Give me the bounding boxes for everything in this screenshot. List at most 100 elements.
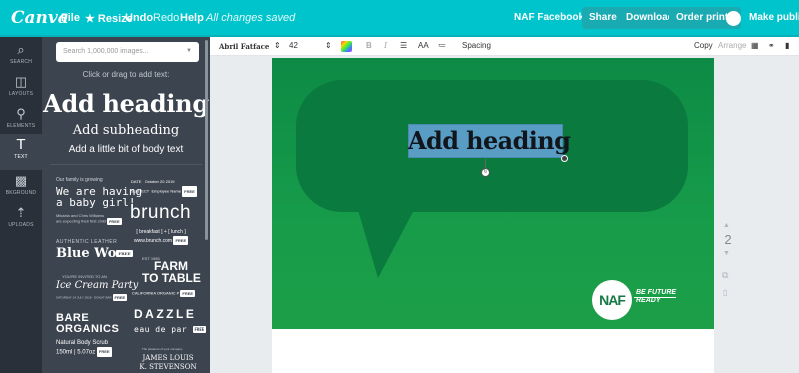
free-badge: FREE bbox=[173, 236, 189, 245]
template-baby[interactable]: Our family is growing bbox=[56, 177, 103, 183]
template-natural[interactable]: Natural Body Scrub 150ml | 5.07oz FREE bbox=[56, 339, 112, 357]
template-brunch-sub[interactable]: [ breakfast ] + [ lunch ] www.brunch.com… bbox=[134, 229, 189, 245]
speech-bubble-tail bbox=[358, 210, 414, 278]
next-page[interactable] bbox=[272, 329, 714, 373]
tagline-line-2: READY bbox=[636, 297, 661, 304]
free-badge: FREE bbox=[106, 218, 122, 225]
rail-label: ELEMENTS bbox=[6, 123, 36, 129]
free-badge: FREE bbox=[112, 294, 128, 301]
file-menu[interactable]: File bbox=[61, 12, 80, 24]
copy-button[interactable]: Copy bbox=[694, 41, 713, 50]
rail-label: SEARCH bbox=[9, 59, 33, 65]
rail-text[interactable]: T TEXT bbox=[0, 134, 42, 170]
add-subheading-option[interactable]: Add subheading bbox=[42, 123, 210, 138]
trash-icon[interactable]: ▮ bbox=[785, 41, 789, 50]
template-text: TO TABLE bbox=[142, 271, 201, 285]
template-invited[interactable]: YOU'RE INVITED TO AN bbox=[62, 274, 107, 279]
rotate-icon[interactable]: ↻ bbox=[481, 168, 490, 177]
save-status: All changes saved bbox=[206, 12, 296, 24]
template-text: Employee Name bbox=[151, 188, 182, 194]
template-bare-organics[interactable]: BARE ORGANICS bbox=[56, 313, 119, 335]
undo-button[interactable]: Undo bbox=[125, 12, 153, 24]
canvas-heading[interactable]: Add heading bbox=[408, 124, 571, 158]
template-james[interactable]: JAMES LOUIS K. STEVENSON bbox=[136, 354, 200, 372]
template-date[interactable]: DATE October 20 2019 SUBJECT Employee Na… bbox=[131, 177, 197, 197]
link-icon[interactable]: ⚭ bbox=[768, 41, 775, 50]
template-text: Natural Body Scrub bbox=[56, 340, 109, 346]
template-farm[interactable]: FARM TO TABLE bbox=[142, 260, 201, 285]
font-family-select[interactable]: Abril Fatface bbox=[219, 42, 269, 51]
rail-label: LAYOUTS bbox=[8, 91, 34, 97]
template-text: www.brunch.com bbox=[134, 237, 173, 244]
share-button[interactable]: Share bbox=[582, 7, 624, 29]
template-leather[interactable]: AUTHENTIC LEATHER bbox=[56, 239, 117, 245]
arrange-button[interactable]: Arrange bbox=[718, 41, 746, 50]
free-badge: FREE bbox=[182, 186, 197, 197]
free-badge: FREE bbox=[192, 326, 207, 333]
template-brunch[interactable]: brunch bbox=[130, 202, 191, 224]
elements-icon: ⚲ bbox=[16, 106, 26, 121]
rail-label: TEXT bbox=[14, 154, 28, 160]
template-saturday[interactable]: SATURDAY 14 JULY 2018 · DONUT BAR FREE bbox=[56, 294, 128, 301]
rail-uploads[interactable]: ⇡ UPLOADS bbox=[0, 202, 42, 238]
list-icon[interactable]: ≔ bbox=[438, 41, 446, 50]
top-bar: Canva File ★ Resize Undo Redo Help All c… bbox=[0, 0, 799, 37]
rail-search[interactable]: ⌕ SEARCH bbox=[0, 39, 42, 75]
template-baby-sub[interactable]: Mikaela and Chris Williams are expecting… bbox=[56, 213, 122, 225]
template-text: October 20 2019 bbox=[144, 179, 175, 184]
chevron-updown-icon[interactable]: ⇕ bbox=[274, 41, 281, 50]
spacing-button[interactable]: Spacing bbox=[462, 41, 491, 50]
upload-icon: ⇡ bbox=[15, 205, 27, 220]
template-ice-cream[interactable]: Ice Cream Party bbox=[56, 280, 138, 291]
layouts-icon: ◫ bbox=[14, 74, 28, 89]
page-up-icon[interactable]: ▲ bbox=[723, 222, 730, 229]
align-center-icon[interactable]: ☰ bbox=[400, 41, 407, 50]
redo-button[interactable]: Redo bbox=[153, 12, 179, 24]
bold-button[interactable]: B bbox=[366, 41, 372, 50]
page-down-icon[interactable]: ▼ bbox=[723, 250, 730, 257]
tagline-divider bbox=[634, 297, 676, 298]
chevron-updown-icon[interactable]: ⇕ bbox=[325, 41, 332, 50]
template-text: are expecting their first child bbox=[56, 218, 106, 224]
add-body-option[interactable]: Add a little bit of body text bbox=[42, 144, 210, 155]
free-badge: FREE bbox=[116, 250, 133, 257]
help-menu[interactable]: Help bbox=[180, 12, 204, 24]
rotate-line bbox=[485, 159, 486, 168]
font-size-select[interactable]: 42 bbox=[289, 41, 298, 50]
free-badge: FREE bbox=[180, 290, 196, 297]
text-toolbar: Abril Fatface ⇕ 42 ⇕ B I ☰ AA ≔ Spacing … bbox=[210, 37, 799, 56]
add-heading-option[interactable]: Add heading bbox=[42, 89, 210, 118]
panel-scrollbar[interactable] bbox=[205, 40, 208, 240]
panel-divider bbox=[50, 164, 202, 165]
template-california[interactable]: CALIFORNIA ORGANIC P FREE bbox=[132, 290, 196, 297]
canva-editor: Canva File ★ Resize Undo Redo Help All c… bbox=[0, 0, 799, 373]
rail-layouts[interactable]: ◫ LAYOUTS bbox=[0, 71, 42, 107]
template-text: DATE bbox=[131, 179, 142, 184]
italic-button[interactable]: I bbox=[384, 41, 387, 50]
make-public-button[interactable]: Make public bbox=[742, 7, 799, 29]
rail-label: BKGROUND bbox=[5, 190, 37, 196]
delete-page-icon[interactable]: ▯ bbox=[723, 288, 727, 297]
text-color-swatch[interactable] bbox=[341, 41, 352, 52]
panel-hint: Click or drag to add text: bbox=[82, 70, 170, 79]
transparency-icon[interactable]: ▦ bbox=[751, 41, 759, 50]
naf-logo[interactable]: NAF bbox=[592, 280, 632, 320]
design-page[interactable]: Add heading ↻ NAF BE FUTURE READY bbox=[272, 58, 714, 329]
template-blue-wo[interactable]: Blue Wo FREE bbox=[56, 246, 133, 261]
uppercase-button[interactable]: AA bbox=[418, 41, 429, 50]
rail-background[interactable]: ▩ BKGROUND bbox=[0, 170, 42, 206]
template-eau[interactable]: eau de par FREE bbox=[134, 325, 207, 334]
template-dazzle[interactable]: DAZZLE bbox=[134, 307, 196, 321]
template-text: [ breakfast ] + [ lunch ] bbox=[136, 229, 186, 235]
background-icon: ▩ bbox=[14, 173, 28, 188]
free-badge: FREE bbox=[96, 347, 112, 357]
resize-handle[interactable] bbox=[561, 155, 568, 162]
template-presence[interactable]: The pleasure of your company bbox=[142, 347, 183, 351]
template-text: SATURDAY 14 JULY 2018 · DONUT BAR bbox=[56, 295, 112, 300]
search-input[interactable]: Search 1,000,000 images... ▼ bbox=[56, 42, 199, 62]
template-text: SUBJECT bbox=[131, 188, 150, 194]
duplicate-page-icon[interactable]: ⧉ bbox=[722, 270, 728, 281]
avatar[interactable] bbox=[726, 11, 741, 26]
side-rail: ⌕ SEARCH ◫ LAYOUTS ⚲ ELEMENTS T TEXT ▩ BKGROU… bbox=[0, 37, 42, 373]
star-icon: ★ bbox=[85, 13, 98, 25]
